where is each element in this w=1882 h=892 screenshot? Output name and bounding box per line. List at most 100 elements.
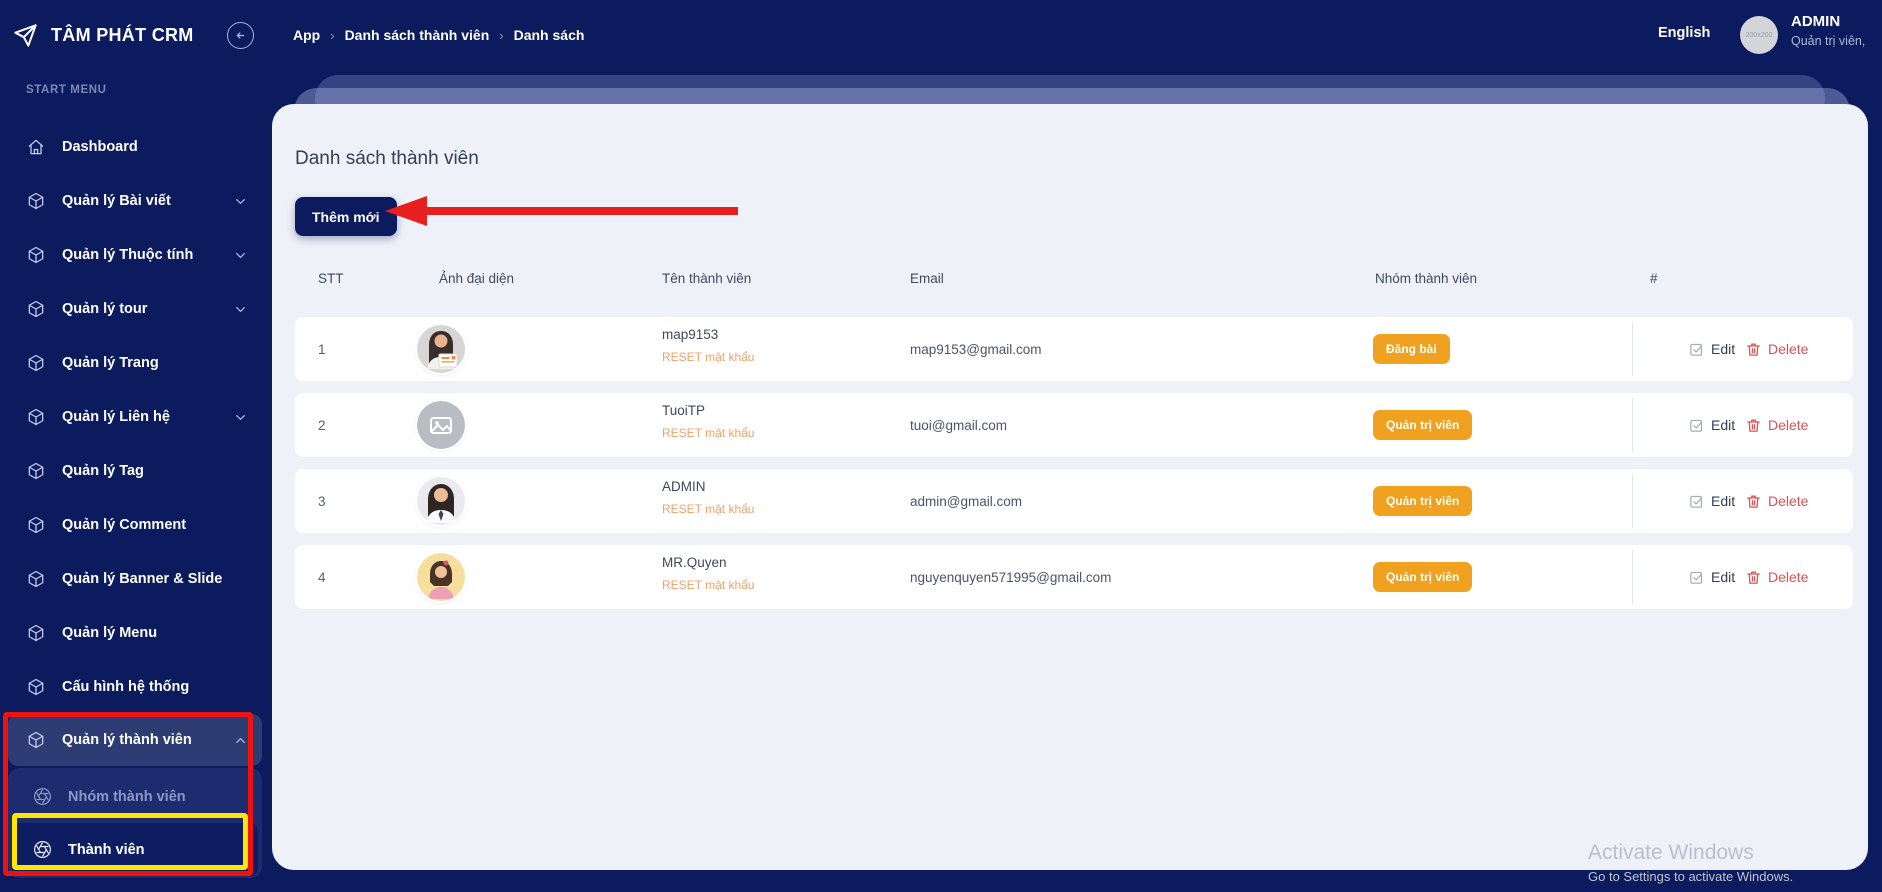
app-logo: TÂM PHÁT CRM — [12, 0, 194, 70]
cube-icon — [28, 624, 44, 642]
edit-button[interactable]: Edit — [1688, 545, 1735, 609]
table-row: 1 map9153 RESET mật khẩu map9153@gmail.c… — [295, 317, 1853, 381]
user-menu[interactable]: ADMIN Quản trị viên, — [1791, 14, 1865, 48]
sidebar-item-tours[interactable]: Quản lý tour — [0, 282, 270, 336]
delete-button[interactable]: Delete — [1745, 317, 1808, 381]
cube-icon — [28, 462, 44, 480]
trash-icon — [1747, 419, 1760, 432]
row-index: 1 — [318, 341, 326, 357]
delete-button[interactable]: Delete — [1745, 545, 1808, 609]
member-name: map9153 — [662, 327, 719, 342]
edit-icon — [1690, 495, 1703, 508]
col-header-stt: STT — [318, 271, 344, 286]
cube-icon — [28, 678, 44, 696]
cube-icon — [28, 300, 44, 318]
sidebar-item-contacts[interactable]: Quản lý Liên hệ — [0, 390, 270, 444]
member-management-submenu: Nhóm thành viên Thành viên — [8, 768, 262, 878]
app-title: TÂM PHÁT CRM — [51, 24, 194, 45]
col-header-actions: # — [1650, 271, 1658, 286]
sidebar-item-comments[interactable]: Quản lý Comment — [0, 498, 270, 552]
content-card: Danh sách thành viên Thêm mới STT Ảnh đạ… — [272, 104, 1868, 870]
reset-password-link[interactable]: RESET mật khẩu — [662, 503, 754, 515]
sidebar-item-menus[interactable]: Quản lý Menu — [0, 606, 270, 660]
member-name: MR.Quyen — [662, 555, 727, 570]
cube-icon — [28, 570, 44, 588]
cube-icon — [28, 731, 44, 749]
edit-button[interactable]: Edit — [1688, 317, 1735, 381]
language-selector[interactable]: English — [1650, 21, 1718, 45]
col-header-name: Tên thành viên — [662, 271, 752, 286]
edit-button[interactable]: Edit — [1688, 393, 1735, 457]
sidebar-subitem-member-groups[interactable]: Nhóm thành viên — [12, 770, 258, 823]
sidebar-section-label: START MENU — [26, 84, 107, 96]
trash-icon — [1747, 495, 1760, 508]
member-avatar-placeholder — [417, 401, 465, 449]
row-index: 3 — [318, 493, 326, 509]
sidebar-item-member-management[interactable]: Quản lý thành viên — [8, 714, 262, 766]
group-badge: Quản trị viên — [1373, 562, 1473, 592]
breadcrumb-member-list[interactable]: Danh sách thành viên — [345, 27, 490, 43]
breadcrumb-app[interactable]: App — [293, 27, 320, 43]
sidebar-item-attributes[interactable]: Quản lý Thuộc tính — [0, 228, 270, 282]
col-header-group: Nhóm thành viên — [1375, 271, 1478, 286]
chevron-down-icon — [236, 306, 245, 312]
chevron-down-icon — [236, 198, 245, 204]
table-row: 3 ADMIN RESET mật khẩu admin@gmail.com Q… — [295, 469, 1853, 533]
breadcrumb-separator: › — [499, 27, 504, 43]
table-row: 2 TuoiTP RESET mật khẩu tuoi@gmail.com Q… — [295, 393, 1853, 457]
sidebar-item-banners[interactable]: Quản lý Banner & Slide — [0, 552, 270, 606]
chevron-up-icon — [236, 737, 245, 743]
add-new-button[interactable]: Thêm mới — [295, 197, 397, 236]
sidebar-item-system-config[interactable]: Cấu hình hệ thống — [0, 660, 270, 714]
edit-icon — [1690, 419, 1703, 432]
page-title: Danh sách thành viên — [295, 148, 479, 169]
cube-icon — [28, 246, 44, 264]
member-avatar-photo — [417, 477, 465, 525]
top-bar: TÂM PHÁT CRM App › Danh sách thành viên … — [0, 0, 1882, 70]
member-name: TuoiTP — [662, 403, 706, 418]
group-badge: Quản trị viên — [1373, 486, 1473, 516]
delete-button[interactable]: Delete — [1745, 469, 1808, 533]
cube-icon — [28, 192, 44, 210]
member-avatar-photo — [417, 553, 465, 601]
app-window: TÂM PHÁT CRM App › Danh sách thành viên … — [0, 0, 1882, 892]
chevron-down-icon — [236, 414, 245, 420]
trash-icon — [1747, 343, 1760, 356]
user-avatar[interactable]: 200x200 — [1740, 16, 1778, 54]
reset-password-link[interactable]: RESET mật khẩu — [662, 427, 754, 439]
edit-button[interactable]: Edit — [1688, 469, 1735, 533]
home-icon — [28, 139, 44, 155]
col-header-avatar: Ảnh đại diện — [439, 271, 515, 286]
divider — [1632, 398, 1633, 452]
paper-plane-icon — [14, 23, 37, 47]
sidebar-item-pages[interactable]: Quản lý Trang — [0, 336, 270, 390]
sidebar-item-posts[interactable]: Quản lý Bài viết — [0, 174, 270, 228]
cube-icon — [28, 354, 44, 372]
sidebar-item-tags[interactable]: Quản lý Tag — [0, 444, 270, 498]
cube-icon — [28, 516, 44, 534]
aperture-icon — [34, 841, 51, 858]
back-arrow-icon — [236, 32, 245, 39]
sidebar-subitem-members[interactable]: Thành viên — [12, 823, 258, 876]
edit-icon — [1690, 571, 1703, 584]
divider — [1632, 550, 1633, 604]
divider — [1632, 322, 1633, 376]
sidebar-collapse-button[interactable] — [227, 22, 254, 49]
breadcrumb: App › Danh sách thành viên › Danh sách — [293, 0, 584, 70]
table-row: 4 MR.Quyen RESET mật khẩu nguyenquyen571… — [295, 545, 1853, 609]
group-badge: Đăng bài — [1373, 334, 1450, 364]
sidebar: START MENU Dashboard Quản lý Bài viết Qu… — [0, 70, 270, 892]
trash-icon — [1747, 571, 1760, 584]
sidebar-item-dashboard[interactable]: Dashboard — [0, 120, 270, 174]
col-header-email: Email — [910, 271, 944, 286]
avatar-placeholder-text: 200x200 — [1745, 31, 1773, 39]
edit-icon — [1690, 343, 1703, 356]
chevron-down-icon — [236, 252, 245, 258]
member-name: ADMIN — [662, 479, 706, 494]
reset-password-link[interactable]: RESET mật khẩu — [662, 579, 754, 591]
delete-button[interactable]: Delete — [1745, 393, 1808, 457]
row-index: 2 — [318, 417, 326, 433]
member-email: nguyenquyen571995@gmail.com — [910, 569, 1112, 585]
member-avatar-photo — [417, 325, 465, 373]
reset-password-link[interactable]: RESET mật khẩu — [662, 351, 754, 363]
